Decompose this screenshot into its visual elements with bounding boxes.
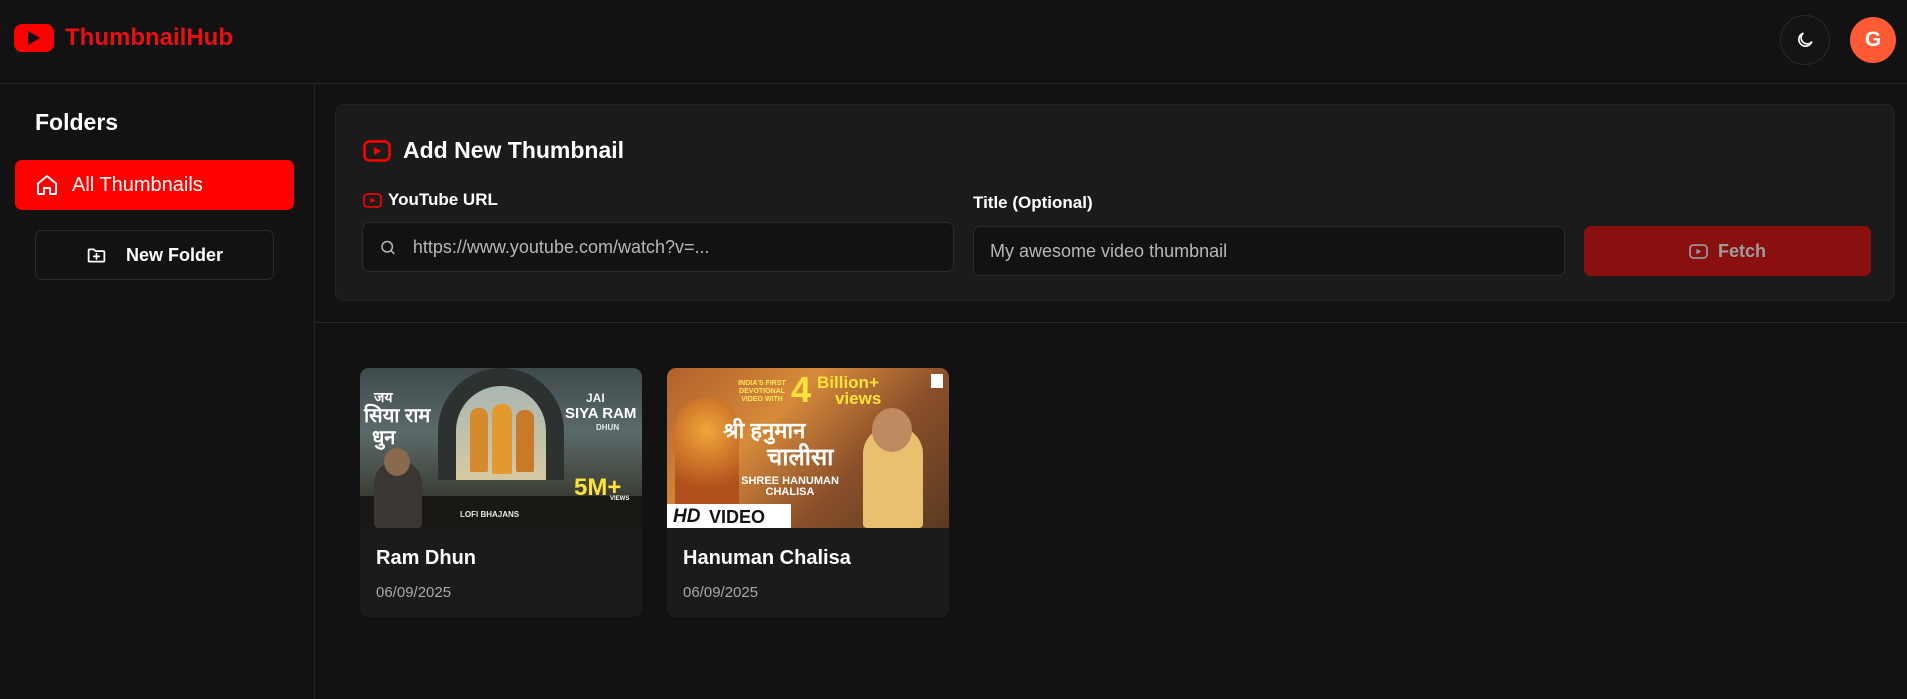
thumbnail-date: 06/09/2025 bbox=[683, 584, 759, 601]
new-folder-button[interactable]: New Folder bbox=[35, 230, 274, 280]
search-icon bbox=[381, 240, 395, 254]
new-folder-label: New Folder bbox=[125, 244, 223, 265]
thumb-text: JAI bbox=[586, 391, 605, 405]
thumb-text: 4 bbox=[791, 369, 812, 410]
title-input[interactable] bbox=[990, 240, 1564, 262]
sidebar-item-label: All Thumbnails bbox=[72, 173, 203, 196]
top-header: ThumbnailHub G bbox=[0, 0, 1907, 84]
thumb-text: INDIA'S FIRST DEVOTIONAL VIDEO WITH bbox=[738, 380, 786, 404]
folders-heading: Folders bbox=[35, 109, 119, 135]
thumbnail-image: INDIA'S FIRST DEVOTIONAL VIDEO WITH 4 Bi… bbox=[667, 368, 949, 528]
section-divider bbox=[316, 322, 1907, 323]
thumbnail-card[interactable]: INDIA'S FIRST DEVOTIONAL VIDEO WITH 4 Bi… bbox=[667, 368, 949, 617]
moon-icon bbox=[1798, 32, 1813, 47]
youtube-url-field[interactable] bbox=[362, 222, 954, 272]
thumbnail-title: Hanuman Chalisa bbox=[683, 547, 851, 569]
thumb-text: चालीसा bbox=[767, 444, 834, 471]
thumb-text: VIDEO bbox=[709, 507, 766, 527]
thumb-text: SIYA RAM bbox=[565, 405, 637, 422]
thumb-text: जय bbox=[374, 389, 393, 405]
thumb-text: श्री हनुमान bbox=[723, 418, 806, 443]
sidebar-item-all-thumbnails[interactable]: All Thumbnails bbox=[15, 160, 294, 210]
thumb-text: VIEWS bbox=[610, 496, 630, 502]
thumb-text: HD bbox=[673, 506, 701, 527]
youtube-url-input[interactable] bbox=[412, 236, 953, 258]
thumb-text: SHREE HANUMAN CHALISA bbox=[741, 475, 839, 498]
theme-toggle-button[interactable] bbox=[1780, 15, 1830, 65]
youtube-icon bbox=[363, 192, 382, 208]
title-field[interactable] bbox=[973, 226, 1565, 276]
thumb-text: DHUN bbox=[596, 423, 620, 432]
thumb-text: views bbox=[835, 389, 882, 408]
add-thumbnail-heading: Add New Thumbnail bbox=[363, 137, 624, 164]
youtube-icon bbox=[1689, 243, 1708, 259]
folder-plus-icon bbox=[87, 248, 106, 262]
brand[interactable]: ThumbnailHub bbox=[14, 24, 233, 52]
thumb-text: सिया राम bbox=[364, 405, 431, 427]
user-avatar[interactable]: G bbox=[1850, 17, 1896, 63]
fetch-button[interactable]: Fetch bbox=[1584, 226, 1871, 276]
sidebar: Folders All Thumbnails New Folder bbox=[0, 85, 315, 699]
thumbnail-card[interactable]: जय सिया राम धुन JAI SIYA RAM DHUN 5M+ VI… bbox=[360, 368, 642, 617]
youtube-logo-icon bbox=[14, 24, 54, 52]
thumb-text: LOFI BHAJANS bbox=[460, 510, 520, 519]
thumbnail-date: 06/09/2025 bbox=[376, 584, 452, 601]
thumbnail-title: Ram Dhun bbox=[376, 547, 476, 569]
thumbnail-image: जय सिया राम धुन JAI SIYA RAM DHUN 5M+ VI… bbox=[360, 368, 642, 528]
youtube-icon bbox=[363, 139, 391, 162]
title-optional-label: Title (Optional) bbox=[973, 193, 1093, 212]
home-icon bbox=[37, 175, 57, 195]
app-name: ThumbnailHub bbox=[65, 24, 233, 51]
thumb-text: धुन bbox=[372, 427, 396, 449]
add-thumbnail-panel: Add New Thumbnail YouTube URL Title (Opt… bbox=[335, 104, 1895, 301]
youtube-url-label: YouTube URL bbox=[363, 190, 498, 210]
